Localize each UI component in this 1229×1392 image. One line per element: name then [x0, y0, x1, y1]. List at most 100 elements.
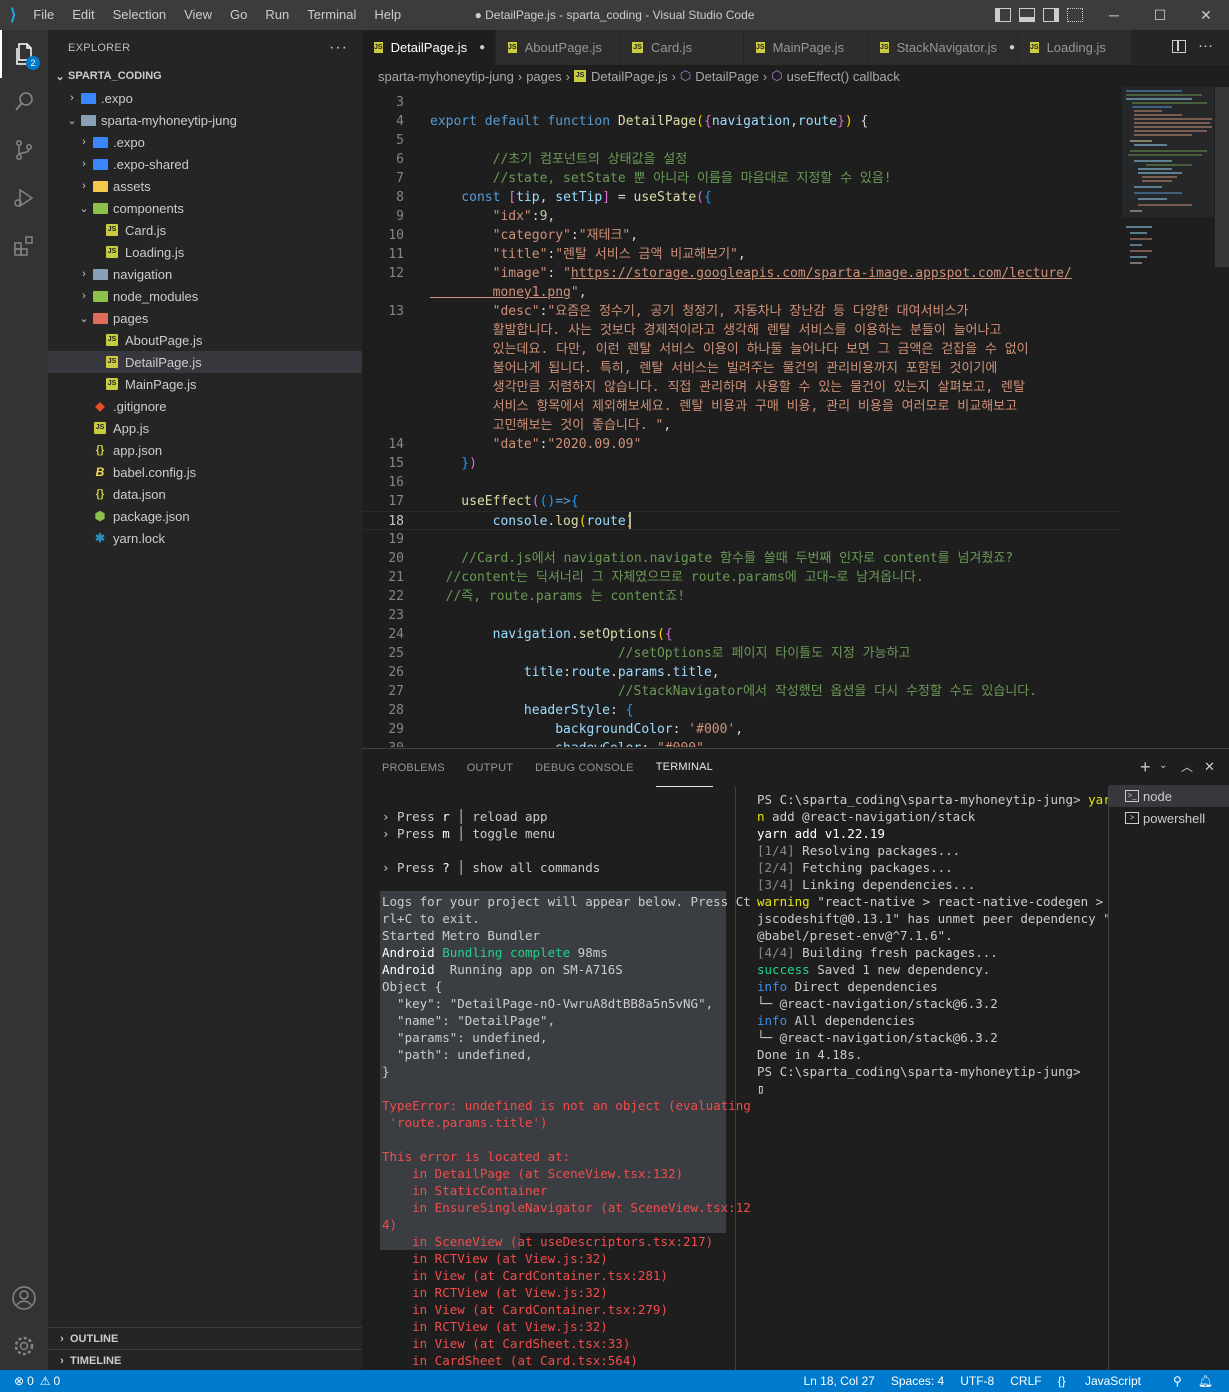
tree-file[interactable]: JS DetailPage.js: [48, 351, 362, 373]
live-share-icon[interactable]: ⚲: [1173, 1374, 1182, 1388]
maximize-panel-icon[interactable]: ︿: [1181, 758, 1193, 775]
tree-file[interactable]: JS App.js: [48, 417, 362, 439]
code-line: 20 //Card.js에서 navigation.navigate 함수를 쓸…: [362, 549, 1122, 568]
unsaved-dot-icon[interactable]: ●: [1009, 42, 1015, 53]
tree-folder[interactable]: ⌄ pages: [48, 307, 362, 329]
breadcrumb-item[interactable]: DetailPage.js: [591, 69, 668, 84]
tree-folder[interactable]: › .expo-shared: [48, 153, 362, 175]
breadcrumb-item[interactable]: sparta-myhoneytip-jung: [378, 69, 514, 84]
search-activity[interactable]: [0, 78, 48, 126]
cursor-position[interactable]: Ln 18, Col 27: [803, 1374, 874, 1388]
breadcrumb-item[interactable]: pages: [526, 69, 561, 84]
tree-file[interactable]: {} app.json: [48, 439, 362, 461]
menu-edit[interactable]: Edit: [63, 0, 103, 30]
menu-file[interactable]: File: [24, 0, 63, 30]
code-line: 21 //content는 딕셔너리 그 자체였으므로 route.params…: [362, 568, 1122, 587]
tree-folder[interactable]: › navigation: [48, 263, 362, 285]
toggle-primary-sidebar-icon[interactable]: [995, 8, 1011, 22]
run-debug-activity[interactable]: [0, 174, 48, 222]
code-editor[interactable]: 3 4 export default function DetailPage({na…: [362, 87, 1122, 747]
source-control-activity[interactable]: [0, 126, 48, 174]
code-token: {: [703, 190, 712, 205]
code-token: ,: [790, 114, 798, 129]
timeline-section[interactable]: › TIMELINE: [48, 1349, 362, 1371]
close-panel-icon[interactable]: ✕: [1204, 759, 1215, 775]
tab-terminal[interactable]: TERMINAL: [655, 749, 713, 787]
language-mode[interactable]: {} JavaScript: [1058, 1374, 1157, 1388]
workspace-root[interactable]: ⌄ SPARTA_CODING: [48, 65, 362, 87]
tree-folder[interactable]: › .expo: [48, 131, 362, 153]
tree-file[interactable]: Bbabel.config.js: [48, 461, 362, 483]
editor-tab[interactable]: JS Loading.js: [1018, 30, 1132, 65]
tab-debug-console[interactable]: DEBUG CONSOLE: [535, 749, 634, 787]
terminal-text: Resolving packages...: [794, 843, 961, 858]
editor-tab[interactable]: JS AboutPage.js: [496, 30, 620, 65]
problems-status[interactable]: ⊗ 0 ⚠ 0: [14, 1374, 60, 1388]
menu-help[interactable]: Help: [365, 0, 410, 30]
editor-tab[interactable]: JS StackNavigator.js ●: [868, 30, 1018, 65]
tree-folder[interactable]: ⌄ components: [48, 197, 362, 219]
terminal-powershell[interactable]: PS C:\sparta_coding\sparta-myhoneytip-ju…: [757, 791, 1111, 1097]
tree-folder[interactable]: › .expo: [48, 87, 362, 109]
toggle-panel-icon[interactable]: [1019, 8, 1035, 22]
menu-selection[interactable]: Selection: [104, 0, 175, 30]
tab-output[interactable]: OUTPUT: [467, 749, 513, 787]
end-of-line[interactable]: CRLF: [1010, 1374, 1041, 1388]
unsaved-dot-icon[interactable]: ●: [479, 42, 485, 53]
customize-layout-icon[interactable]: [1067, 8, 1083, 22]
extensions-activity[interactable]: [0, 222, 48, 270]
maximize-button[interactable]: ☐: [1137, 0, 1183, 30]
chevron-down-icon[interactable]: ⌄: [1159, 760, 1167, 771]
more-actions-icon[interactable]: ···: [329, 39, 348, 57]
editor-tab[interactable]: JS MainPage.js: [744, 30, 868, 65]
minimize-button[interactable]: ─: [1091, 0, 1137, 30]
minimap[interactable]: [1122, 87, 1229, 747]
code-line: 6 //초기 컴포넌트의 상태값을 설정: [362, 150, 1122, 169]
menu-go[interactable]: Go: [221, 0, 256, 30]
notifications-icon[interactable]: 🔔︎: [1198, 1374, 1213, 1388]
terminal-text: success: [757, 962, 810, 977]
breadcrumb-item[interactable]: DetailPage: [695, 69, 759, 84]
menu-view[interactable]: View: [175, 0, 221, 30]
editor-tab[interactable]: JS DetailPage.js ●: [362, 30, 496, 65]
code-text: 불어나게 됩니다. 특히, 렌탈 서비스는 빌려주는 물건의 관리비용까지 포함…: [430, 359, 998, 378]
code-token: (: [578, 514, 587, 529]
menu-terminal[interactable]: Terminal: [298, 0, 365, 30]
chevron-right-icon: ›: [82, 158, 86, 170]
breadcrumb-item[interactable]: useEffect() callback: [787, 69, 900, 84]
toggle-secondary-sidebar-icon[interactable]: [1043, 8, 1059, 22]
explorer-activity[interactable]: 2: [0, 30, 48, 78]
terminal-text: in View (at CardContainer.tsx:279): [382, 1302, 668, 1317]
menu-run[interactable]: Run: [256, 0, 298, 30]
close-window-button[interactable]: ✕: [1183, 0, 1229, 30]
tree-folder[interactable]: › assets: [48, 175, 362, 197]
new-terminal-icon[interactable]: +: [1140, 757, 1151, 778]
manage-activity[interactable]: [0, 1322, 48, 1370]
outline-section[interactable]: › OUTLINE: [48, 1327, 362, 1349]
tab-problems[interactable]: PROBLEMS: [382, 749, 445, 787]
tree-folder[interactable]: ⌄ sparta-myhoneytip-jung: [48, 109, 362, 131]
tree-file[interactable]: ⬢ package.json: [48, 505, 362, 527]
indentation[interactable]: Spaces: 4: [891, 1374, 944, 1388]
tree-file[interactable]: {} data.json: [48, 483, 362, 505]
tree-folder[interactable]: › node_modules: [48, 285, 362, 307]
line-number: 10: [388, 228, 404, 243]
accounts-activity[interactable]: [0, 1274, 48, 1322]
tree-file[interactable]: ◆ .gitignore: [48, 395, 362, 417]
terminal-list-item-node[interactable]: >_ node: [1109, 785, 1229, 807]
editor-tab[interactable]: JS Card.js: [620, 30, 744, 65]
terminal-text: m: [442, 826, 450, 841]
split-editor-icon[interactable]: [1172, 40, 1186, 53]
tree-file[interactable]: JS AboutPage.js: [48, 329, 362, 351]
tree-file[interactable]: ✱ yarn.lock: [48, 527, 362, 549]
code-token: useEffect: [430, 494, 532, 509]
tree-file[interactable]: JS Card.js: [48, 219, 362, 241]
more-tab-actions-icon[interactable]: ···: [1198, 37, 1213, 54]
encoding[interactable]: UTF-8: [960, 1374, 994, 1388]
tree-file[interactable]: JS MainPage.js: [48, 373, 362, 395]
terminal-text: }: [382, 1064, 390, 1079]
code-token: 있는데요. 다만, 이런 렌탈 서비스 이용이 하나둘 늘어나다 보면 그 금액…: [430, 342, 1029, 357]
terminal-node[interactable]: › Press r │ reload app › Press m │ toggle…: [382, 791, 751, 1369]
terminal-list-item-powershell[interactable]: > powershell: [1109, 807, 1229, 829]
tree-file[interactable]: JS Loading.js: [48, 241, 362, 263]
